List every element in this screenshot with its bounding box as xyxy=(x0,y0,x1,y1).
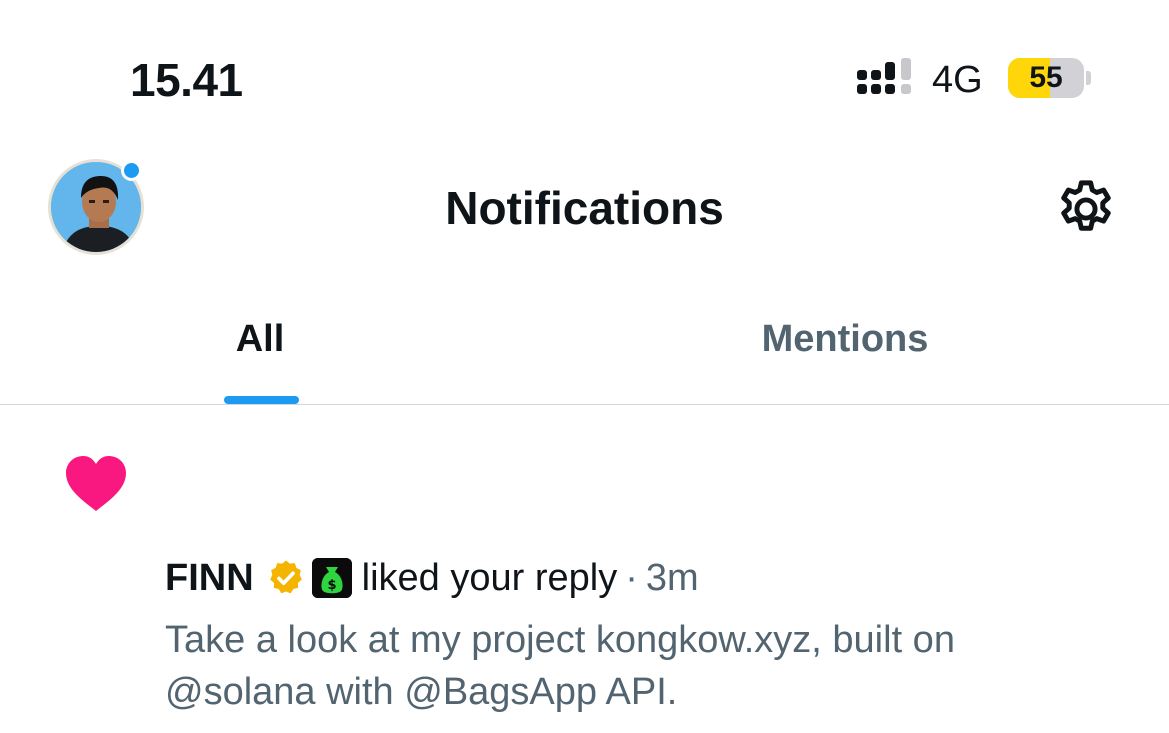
signal-bars-icon xyxy=(857,58,911,94)
page-title: Notifications xyxy=(445,182,724,234)
unread-dot xyxy=(121,160,142,181)
heart-icon xyxy=(66,456,126,511)
notification-action: liked your reply xyxy=(361,557,618,599)
battery-tip xyxy=(1086,71,1091,85)
tabs-divider xyxy=(0,404,1169,405)
timestamp: 3m xyxy=(645,557,699,599)
notification-header: FINN $ liked your reply · 3m xyxy=(165,552,1129,604)
battery-percentage: 55 xyxy=(1029,61,1063,94)
svg-text:$: $ xyxy=(327,578,336,593)
tab-mentions[interactable]: Mentions xyxy=(745,312,945,366)
money-bag-icon: $ xyxy=(311,558,352,598)
separator-dot: · xyxy=(625,557,638,599)
active-tab-indicator xyxy=(224,396,299,404)
verified-badge-icon xyxy=(269,560,302,594)
user-name[interactable]: FINN xyxy=(165,552,254,604)
status-time: 15.41 xyxy=(130,54,243,106)
tab-all[interactable]: All xyxy=(160,312,360,366)
notification-body: Take a look at my project kongkow.xyz, b… xyxy=(165,619,955,713)
network-type: 4G xyxy=(932,59,983,101)
gear-icon[interactable] xyxy=(1053,176,1119,242)
battery-indicator: 55 xyxy=(1008,58,1084,98)
